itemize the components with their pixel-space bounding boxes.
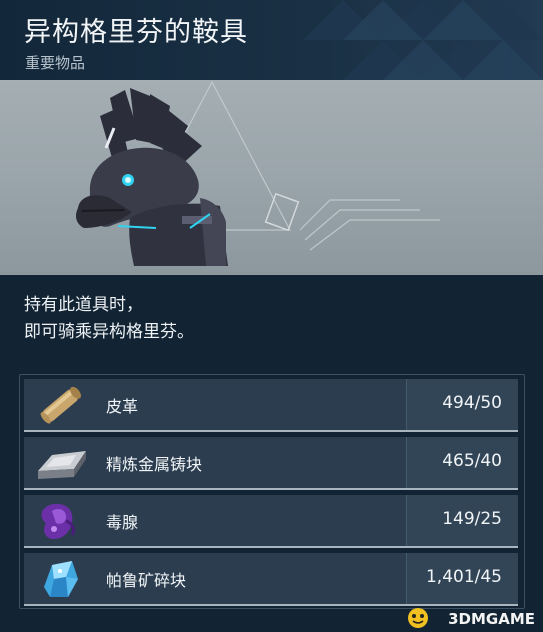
material-count: 465/40 — [442, 451, 502, 471]
list-item-material: 精炼金属铸块 465/40 — [24, 437, 518, 490]
materials-list: 皮革 494/50 精炼金属铸块 465/40 毒腺 149/25 帕鲁矿碎块 … — [19, 374, 525, 609]
refined-ingot-icon — [32, 441, 90, 485]
material-count: 494/50 — [442, 393, 502, 413]
griffin-saddle-icon — [76, 88, 228, 266]
item-preview — [0, 80, 543, 275]
material-name: 毒腺 — [106, 513, 139, 532]
material-count: 149/25 — [442, 509, 502, 529]
list-item-material: 皮革 494/50 — [24, 379, 518, 432]
list-item-material: 毒腺 149/25 — [24, 495, 518, 548]
material-name: 皮革 — [106, 397, 139, 416]
watermark-text: 3DMGAME — [448, 610, 535, 628]
material-count: 1,401/45 — [425, 567, 502, 587]
watermark-logo-icon — [408, 608, 428, 628]
list-item-material: 帕鲁矿碎块 1,401/45 — [24, 553, 518, 606]
description-line: 即可骑乘异构格里芬。 — [24, 322, 194, 342]
item-title: 异构格里芬的鞍具 — [24, 17, 248, 48]
material-name: 帕鲁矿碎块 — [106, 571, 187, 590]
item-category: 重要物品 — [25, 54, 86, 72]
poison-gland-icon — [32, 499, 90, 543]
leather-icon — [32, 383, 90, 427]
material-name: 精炼金属铸块 — [106, 455, 203, 474]
description-line: 持有此道具时， — [24, 295, 143, 315]
item-header: 异构格里芬的鞍具 重要物品 — [0, 0, 543, 80]
item-description: 持有此道具时， 即可骑乘异构格里芬。 — [24, 292, 194, 346]
paldium-fragment-icon — [32, 557, 90, 601]
triangle-pattern-icon — [303, 0, 543, 80]
